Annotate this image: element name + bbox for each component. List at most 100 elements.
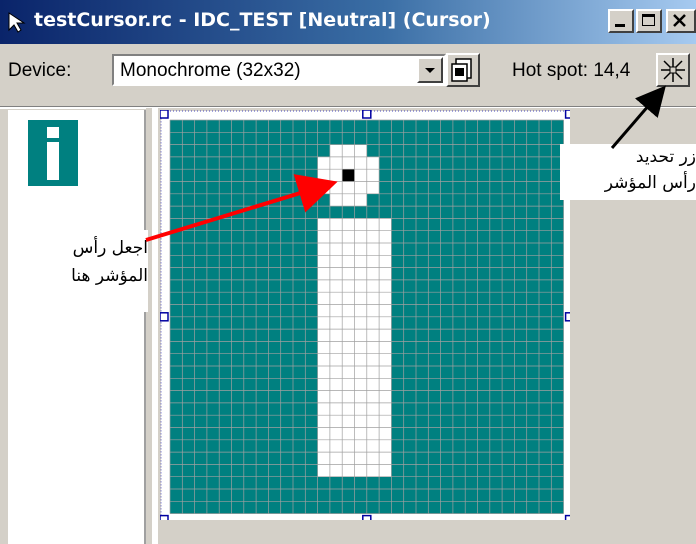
pixel-white [379, 439, 392, 453]
pixel-white [329, 402, 343, 416]
minimize-button[interactable] [608, 9, 634, 33]
pixel-white [329, 378, 343, 391]
pixel-white [329, 292, 343, 305]
pixel-white [379, 304, 392, 317]
pixel-white [379, 341, 392, 354]
resize-handle[interactable] [564, 110, 570, 119]
pixel-white [342, 144, 355, 157]
pixel-white [366, 156, 380, 170]
pixel-white [317, 243, 330, 256]
cursor-preview-icon [28, 120, 78, 186]
pixel-white [317, 279, 330, 293]
pixel-editor-canvas[interactable] [160, 110, 570, 520]
pixel-white [342, 464, 355, 477]
pixel-white [366, 304, 380, 317]
device-dropdown-button[interactable] [417, 57, 443, 83]
pixel-white [379, 255, 392, 268]
hotspot-readout: Hot spot: 14,4 [512, 60, 631, 81]
pixel-white [329, 353, 343, 366]
pixel-white [342, 218, 355, 231]
pixel-white [354, 304, 367, 317]
pixel-white [366, 218, 380, 231]
pixel-white [317, 464, 330, 477]
pixel-white [366, 366, 380, 379]
pixel-white [342, 341, 355, 354]
pixel-white [379, 316, 392, 330]
cursor-file-icon [8, 12, 26, 33]
pixel-white [342, 292, 355, 305]
pixel-white [342, 279, 355, 293]
pixel-white [317, 169, 330, 182]
pixel-white [354, 267, 367, 280]
pixel-white [342, 304, 355, 317]
pixel-white [342, 193, 355, 207]
pixel-white [317, 353, 330, 366]
close-button[interactable] [666, 9, 696, 33]
pixel-white [342, 366, 355, 379]
pixel-white [342, 378, 355, 391]
pixel-white [342, 415, 355, 428]
pixel-white [342, 452, 355, 465]
pixel-white [329, 452, 343, 465]
pixel-white [379, 329, 392, 342]
pixel-white [366, 255, 380, 268]
title-bar[interactable]: testCursor.rc - IDC_TEST [Neutral] (Curs… [0, 0, 696, 44]
resize-handle[interactable] [362, 514, 372, 520]
pixel-white [354, 378, 367, 391]
canvas-note: اجعل رأس المؤشر هنا [8, 230, 148, 312]
device-select[interactable]: Monochrome (32x32) [112, 54, 446, 86]
pixel-white [317, 316, 330, 330]
pixel-white [329, 156, 343, 170]
pixel-white [366, 452, 380, 465]
resize-handle[interactable] [160, 110, 169, 119]
pixel-white [354, 464, 367, 477]
resize-handle[interactable] [160, 514, 169, 520]
pixel-white [317, 452, 330, 465]
pixel-white [342, 243, 355, 256]
pixel-white [329, 439, 343, 453]
pixel-white [379, 390, 392, 403]
pixel-white [354, 353, 367, 366]
pixel-white [366, 353, 380, 366]
pixel-white [379, 267, 392, 280]
pixel-white [342, 439, 355, 453]
pixel-white [354, 452, 367, 465]
pixel-white [329, 169, 343, 182]
window-title: testCursor.rc - IDC_TEST [Neutral] (Curs… [34, 9, 491, 31]
pixel-white [342, 390, 355, 403]
pixel-white [317, 230, 330, 243]
new-device-image-button[interactable] [446, 53, 480, 87]
pixel-white [354, 243, 367, 256]
pixel-white [317, 218, 330, 231]
maximize-button[interactable] [636, 9, 662, 33]
hotspot-button-note: زر تحديد رأس المؤشر [560, 144, 696, 200]
pixel-white [329, 316, 343, 330]
pixel-white [329, 243, 343, 256]
pixel-white [379, 366, 392, 379]
pixel-white [366, 181, 380, 194]
pixel-white [366, 329, 380, 342]
hotspot-value: 14,4 [593, 60, 631, 81]
resize-handle[interactable] [362, 110, 372, 119]
pixel-white [379, 415, 392, 428]
resize-handle[interactable] [564, 312, 570, 322]
pixel-white [317, 267, 330, 280]
pixel-white [366, 402, 380, 416]
pixel-white [317, 415, 330, 428]
pixel-white [329, 218, 343, 231]
pixel-white [354, 366, 367, 379]
pixel-white [366, 292, 380, 305]
resize-handle[interactable] [564, 514, 570, 520]
set-hotspot-button[interactable] [656, 53, 690, 87]
pixel-white [329, 366, 343, 379]
pixel-white [329, 181, 343, 194]
pixel-white [366, 439, 380, 453]
pixel-white [366, 267, 380, 280]
pixel-white [354, 218, 367, 231]
pixel-white [317, 341, 330, 354]
pixel-white [379, 427, 392, 440]
pixel-white [379, 353, 392, 366]
resize-handle[interactable] [160, 312, 169, 322]
pixel-white [329, 193, 343, 207]
pixel-white [329, 329, 343, 342]
